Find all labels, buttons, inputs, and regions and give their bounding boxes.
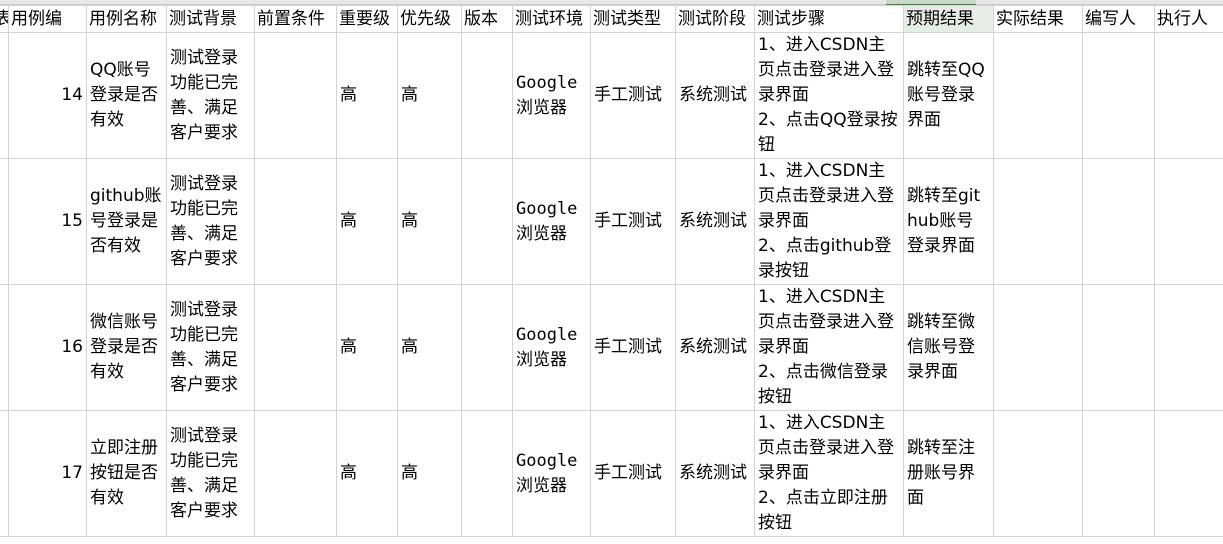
cell-case-id[interactable]: 15 bbox=[8, 158, 87, 285]
cell-steps[interactable]: 1、进入CSDN主页点击登录进入登录界面 2、点击微信登录按钮 bbox=[754, 284, 904, 411]
cell-steps[interactable]: 1、进入CSDN主页点击登录进入登录界面 2、点击QQ登录按钮 bbox=[754, 32, 904, 159]
header-cell-version[interactable]: 版本 bbox=[461, 5, 513, 33]
cell-expected[interactable]: 跳转至微信账号登录界面 bbox=[903, 284, 994, 411]
cell-partial[interactable] bbox=[0, 32, 9, 159]
cell-partial[interactable] bbox=[0, 158, 9, 285]
cell-importance[interactable]: 高 bbox=[336, 158, 398, 285]
cell-expected[interactable]: 跳转至github账号登录界面 bbox=[903, 158, 994, 285]
cell-stage[interactable]: 系统测试 bbox=[675, 410, 755, 537]
header-cell-steps[interactable]: 测试步骤 bbox=[754, 5, 904, 33]
cell-case-id[interactable]: 17 bbox=[8, 410, 87, 537]
cell-actual[interactable] bbox=[993, 284, 1083, 411]
cell-executor[interactable] bbox=[1154, 32, 1223, 159]
cell-case-name[interactable]: 立即注册按钮是否有效 bbox=[86, 410, 167, 537]
header-cell-stage[interactable]: 测试阶段 bbox=[675, 5, 755, 33]
table-row: 15 github账号登录是否有效 测试登录功能已完善、满足客户要求 高 高 G… bbox=[0, 158, 1223, 285]
cell-partial[interactable] bbox=[0, 284, 9, 411]
cell-version[interactable] bbox=[461, 158, 513, 285]
cell-importance[interactable]: 高 bbox=[336, 410, 398, 537]
cell-author[interactable] bbox=[1082, 284, 1155, 411]
cell-actual[interactable] bbox=[993, 158, 1083, 285]
cell-case-name[interactable]: QQ账号登录是否有效 bbox=[86, 32, 167, 159]
cell-stage[interactable]: 系统测试 bbox=[675, 284, 755, 411]
cell-actual[interactable] bbox=[993, 410, 1083, 537]
cell-type[interactable]: 手工测试 bbox=[590, 284, 676, 411]
header-cell-background[interactable]: 测试背景 bbox=[166, 5, 255, 33]
cell-priority[interactable]: 高 bbox=[397, 410, 462, 537]
cell-precondition[interactable] bbox=[254, 158, 337, 285]
cell-environment[interactable]: Google浏览器 bbox=[512, 410, 591, 537]
cell-steps[interactable]: 1、进入CSDN主页点击登录进入登录界面 2、点击立即注册按钮 bbox=[754, 410, 904, 537]
cell-author[interactable] bbox=[1082, 410, 1155, 537]
cell-case-name[interactable]: github账号登录是否有效 bbox=[86, 158, 167, 285]
cell-author[interactable] bbox=[1082, 32, 1155, 159]
cell-importance[interactable]: 高 bbox=[336, 32, 398, 159]
cell-precondition[interactable] bbox=[254, 32, 337, 159]
cell-precondition[interactable] bbox=[254, 284, 337, 411]
cell-executor[interactable] bbox=[1154, 158, 1223, 285]
header-cell-partial[interactable]: 表 bbox=[0, 5, 9, 33]
cell-priority[interactable]: 高 bbox=[397, 158, 462, 285]
table-row: 16 微信账号登录是否有效 测试登录功能已完善、满足客户要求 高 高 Googl… bbox=[0, 284, 1223, 411]
cell-environment[interactable]: Google浏览器 bbox=[512, 284, 591, 411]
cell-expected[interactable]: 跳转至注册账号界面 bbox=[903, 410, 994, 537]
cell-type[interactable]: 手工测试 bbox=[590, 32, 676, 159]
cell-priority[interactable]: 高 bbox=[397, 284, 462, 411]
cell-case-id[interactable]: 14 bbox=[8, 32, 87, 159]
header-cell-priority[interactable]: 优先级 bbox=[397, 5, 462, 33]
cell-steps[interactable]: 1、进入CSDN主页点击登录进入登录界面 2、点击github登录按钮 bbox=[754, 158, 904, 285]
table-row: 14 QQ账号登录是否有效 测试登录功能已完善、满足客户要求 高 高 Googl… bbox=[0, 32, 1223, 159]
cell-executor[interactable] bbox=[1154, 410, 1223, 537]
cell-background[interactable]: 测试登录功能已完善、满足客户要求 bbox=[166, 32, 255, 159]
cell-background[interactable]: 测试登录功能已完善、满足客户要求 bbox=[166, 284, 255, 411]
cell-type[interactable]: 手工测试 bbox=[590, 410, 676, 537]
cell-importance[interactable]: 高 bbox=[336, 284, 398, 411]
header-cell-type[interactable]: 测试类型 bbox=[590, 5, 676, 33]
cell-expected[interactable]: 跳转至QQ账号登录界面 bbox=[903, 32, 994, 159]
cell-stage[interactable]: 系统测试 bbox=[675, 32, 755, 159]
header-row: 表 用例编 用例名称 测试背景 前置条件 重要级 优先级 版本 测试环境 测试类… bbox=[0, 5, 1223, 33]
header-cell-executor[interactable]: 执行人 bbox=[1154, 5, 1223, 33]
cell-background[interactable]: 测试登录功能已完善、满足客户要求 bbox=[166, 410, 255, 537]
spreadsheet: 表 用例编 用例名称 测试背景 前置条件 重要级 优先级 版本 测试环境 测试类… bbox=[0, 0, 1223, 544]
cell-partial[interactable] bbox=[0, 410, 9, 537]
cell-environment[interactable]: Google浏览器 bbox=[512, 32, 591, 159]
header-cell-case-id[interactable]: 用例编 bbox=[8, 5, 87, 33]
cell-executor[interactable] bbox=[1154, 284, 1223, 411]
header-cell-expected[interactable]: 预期结果 bbox=[903, 5, 994, 33]
cell-background[interactable]: 测试登录功能已完善、满足客户要求 bbox=[166, 158, 255, 285]
cell-case-id[interactable]: 16 bbox=[8, 284, 87, 411]
cell-priority[interactable]: 高 bbox=[397, 32, 462, 159]
test-case-table: 表 用例编 用例名称 测试背景 前置条件 重要级 优先级 版本 测试环境 测试类… bbox=[0, 5, 1223, 537]
header-cell-author[interactable]: 编写人 bbox=[1082, 5, 1155, 33]
cell-version[interactable] bbox=[461, 410, 513, 537]
cell-version[interactable] bbox=[461, 284, 513, 411]
cell-stage[interactable]: 系统测试 bbox=[675, 158, 755, 285]
cell-precondition[interactable] bbox=[254, 410, 337, 537]
header-cell-actual[interactable]: 实际结果 bbox=[993, 5, 1083, 33]
cell-version[interactable] bbox=[461, 32, 513, 159]
cell-actual[interactable] bbox=[993, 32, 1083, 159]
cell-environment[interactable]: Google浏览器 bbox=[512, 158, 591, 285]
table-row: 17 立即注册按钮是否有效 测试登录功能已完善、满足客户要求 高 高 Googl… bbox=[0, 410, 1223, 537]
header-cell-precondition[interactable]: 前置条件 bbox=[254, 5, 337, 33]
cell-author[interactable] bbox=[1082, 158, 1155, 285]
cell-case-name[interactable]: 微信账号登录是否有效 bbox=[86, 284, 167, 411]
header-cell-environment[interactable]: 测试环境 bbox=[512, 5, 591, 33]
cell-type[interactable]: 手工测试 bbox=[590, 158, 676, 285]
header-cell-case-name[interactable]: 用例名称 bbox=[86, 5, 167, 33]
header-cell-importance[interactable]: 重要级 bbox=[336, 5, 398, 33]
